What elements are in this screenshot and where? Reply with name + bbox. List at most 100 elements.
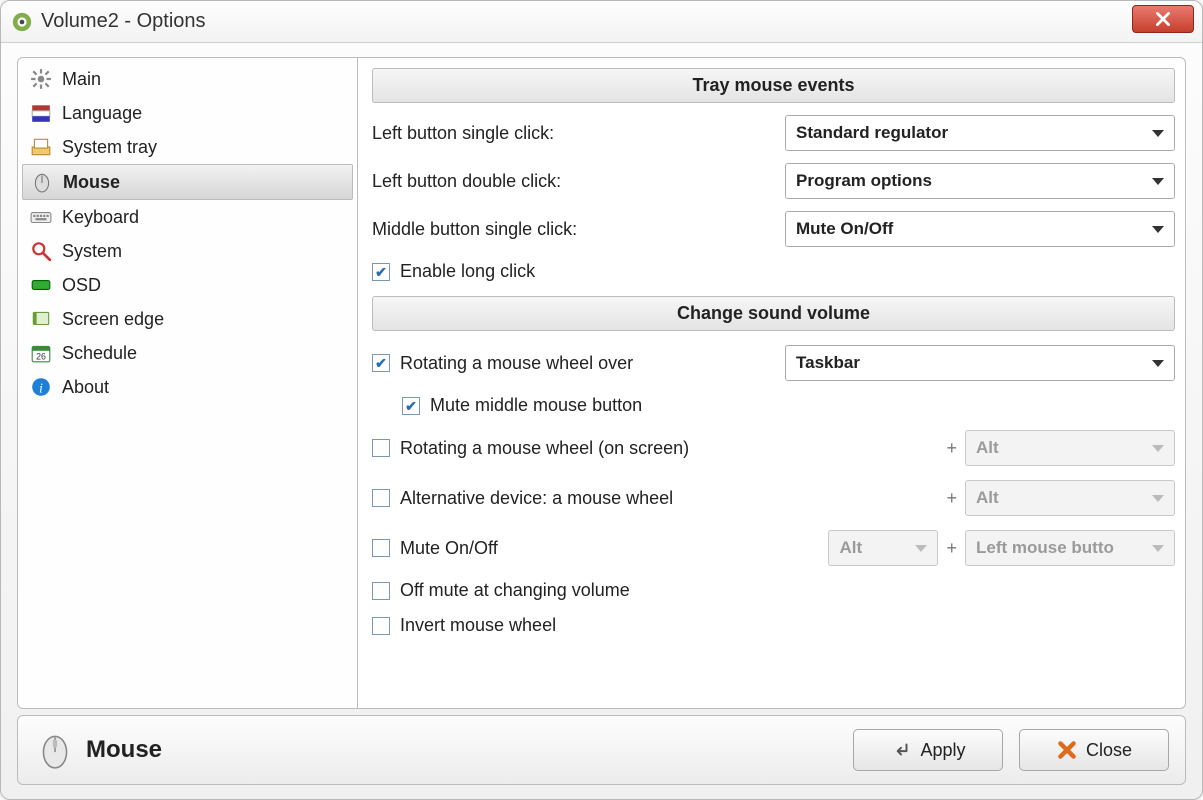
label-rotate-over: Rotating a mouse wheel over bbox=[400, 353, 785, 374]
enter-key-icon bbox=[890, 739, 912, 761]
row-mute-middle: Mute middle mouse button bbox=[402, 395, 1175, 416]
checkbox-rotate-screen[interactable] bbox=[372, 439, 390, 457]
sidebar-item-osd[interactable]: OSD bbox=[22, 268, 353, 302]
combo-value: Standard regulator bbox=[796, 123, 948, 143]
checkbox-rotate-over[interactable] bbox=[372, 354, 390, 372]
chevron-down-icon bbox=[1152, 495, 1164, 502]
sidebar-item-label: Mouse bbox=[63, 172, 120, 193]
chevron-down-icon bbox=[1152, 445, 1164, 452]
combo-value: Program options bbox=[796, 171, 932, 191]
svg-text:i: i bbox=[39, 381, 43, 396]
row-off-mute-change: Off mute at changing volume bbox=[372, 580, 1175, 601]
sidebar-item-label: Main bbox=[62, 69, 101, 90]
sidebar-item-about[interactable]: i About bbox=[22, 370, 353, 404]
sidebar-item-system[interactable]: System bbox=[22, 234, 353, 268]
combo-value: Left mouse butto bbox=[976, 538, 1114, 558]
combo-left-double[interactable]: Program options bbox=[785, 163, 1175, 199]
combo-rotate-screen-mod[interactable]: Alt bbox=[965, 430, 1175, 466]
chevron-down-icon bbox=[1152, 360, 1164, 367]
footer-title: Mouse bbox=[86, 736, 162, 764]
chevron-down-icon bbox=[1152, 178, 1164, 185]
plus-icon: + bbox=[946, 438, 957, 459]
label-mute-onoff: Mute On/Off bbox=[400, 538, 828, 559]
sidebar: Main Language System tray Mouse Keyboard Syst… bbox=[18, 58, 358, 708]
gear-icon bbox=[30, 68, 52, 90]
magnifier-icon bbox=[30, 240, 52, 262]
combo-mute-button[interactable]: Left mouse butto bbox=[965, 530, 1175, 566]
tray-icon bbox=[30, 136, 52, 158]
footer: Mouse Apply Close bbox=[17, 715, 1186, 785]
window-title: Volume2 - Options bbox=[41, 10, 206, 33]
label-left-single: Left button single click: bbox=[372, 123, 785, 144]
section-header-volume: Change sound volume bbox=[372, 296, 1175, 331]
sidebar-item-system-tray[interactable]: System tray bbox=[22, 130, 353, 164]
sidebar-item-label: About bbox=[62, 377, 109, 398]
title-bar: Volume2 - Options bbox=[1, 1, 1202, 43]
sidebar-item-main[interactable]: Main bbox=[22, 62, 353, 96]
combo-value: Taskbar bbox=[796, 353, 860, 373]
combo-rotate-over-target[interactable]: Taskbar bbox=[785, 345, 1175, 381]
row-alt-device: Alternative device: a mouse wheel + Alt bbox=[372, 480, 1175, 516]
sidebar-list: Main Language System tray Mouse Keyboard Syst… bbox=[22, 62, 353, 404]
combo-left-single[interactable]: Standard regulator bbox=[785, 115, 1175, 151]
mouse-icon bbox=[31, 171, 53, 193]
row-left-single: Left button single click: Standard regul… bbox=[372, 115, 1175, 151]
checkbox-enable-long-click[interactable] bbox=[372, 263, 390, 281]
edge-icon bbox=[30, 308, 52, 330]
checkbox-mute-onoff[interactable] bbox=[372, 539, 390, 557]
sidebar-item-keyboard[interactable]: Keyboard bbox=[22, 200, 353, 234]
sidebar-item-screen-edge[interactable]: Screen edge bbox=[22, 302, 353, 336]
plus-icon: + bbox=[946, 538, 957, 559]
chevron-down-icon bbox=[1152, 545, 1164, 552]
keyboard-icon bbox=[30, 206, 52, 228]
close-icon bbox=[1056, 739, 1078, 761]
row-middle-single: Middle button single click: Mute On/Off bbox=[372, 211, 1175, 247]
window-close-button[interactable] bbox=[1132, 5, 1194, 33]
row-rotate-screen: Rotating a mouse wheel (on screen) + Alt bbox=[372, 430, 1175, 466]
main-panel: Tray mouse events Left button single cli… bbox=[358, 58, 1185, 708]
calendar-icon: 26 bbox=[30, 342, 52, 364]
combo-mute-mod[interactable]: Alt bbox=[828, 530, 938, 566]
label-enable-long-click: Enable long click bbox=[400, 261, 1175, 282]
sidebar-item-mouse[interactable]: Mouse bbox=[22, 164, 353, 200]
osd-icon bbox=[30, 274, 52, 296]
body: Main Language System tray Mouse Keyboard Syst… bbox=[17, 57, 1186, 709]
row-left-double: Left button double click: Program option… bbox=[372, 163, 1175, 199]
close-button[interactable]: Close bbox=[1019, 729, 1169, 771]
label-off-mute-change: Off mute at changing volume bbox=[400, 580, 1175, 601]
row-invert-wheel: Invert mouse wheel bbox=[372, 615, 1175, 636]
combo-alt-device-mod[interactable]: Alt bbox=[965, 480, 1175, 516]
sidebar-item-label: Language bbox=[62, 103, 142, 124]
row-rotate-over: Rotating a mouse wheel over Taskbar bbox=[372, 345, 1175, 381]
close-icon bbox=[1154, 10, 1172, 28]
checkbox-off-mute-change[interactable] bbox=[372, 582, 390, 600]
info-icon: i bbox=[30, 376, 52, 398]
button-label: Apply bbox=[920, 740, 965, 761]
combo-value: Alt bbox=[976, 438, 999, 458]
apply-button[interactable]: Apply bbox=[853, 729, 1003, 771]
sidebar-item-language[interactable]: Language bbox=[22, 96, 353, 130]
sidebar-item-label: Schedule bbox=[62, 343, 137, 364]
app-icon bbox=[11, 11, 33, 33]
section-header-tray: Tray mouse events bbox=[372, 68, 1175, 103]
plus-icon: + bbox=[946, 488, 957, 509]
sidebar-item-label: OSD bbox=[62, 275, 101, 296]
checkbox-alt-device[interactable] bbox=[372, 489, 390, 507]
chevron-down-icon bbox=[1152, 226, 1164, 233]
sidebar-item-label: System bbox=[62, 241, 122, 262]
combo-value: Mute On/Off bbox=[796, 219, 893, 239]
options-window: Volume2 - Options Main Language System tra… bbox=[0, 0, 1203, 800]
button-label: Close bbox=[1086, 740, 1132, 761]
combo-value: Alt bbox=[976, 488, 999, 508]
label-left-double: Left button double click: bbox=[372, 171, 785, 192]
label-alt-device: Alternative device: a mouse wheel bbox=[400, 488, 938, 509]
mouse-icon bbox=[34, 729, 76, 771]
checkbox-mute-middle[interactable] bbox=[402, 397, 420, 415]
checkbox-invert-wheel[interactable] bbox=[372, 617, 390, 635]
row-mute-onoff: Mute On/Off Alt + Left mouse butto bbox=[372, 530, 1175, 566]
label-middle-single: Middle button single click: bbox=[372, 219, 785, 240]
chevron-down-icon bbox=[1152, 130, 1164, 137]
combo-middle-single[interactable]: Mute On/Off bbox=[785, 211, 1175, 247]
sidebar-item-schedule[interactable]: 26 Schedule bbox=[22, 336, 353, 370]
sidebar-item-label: Keyboard bbox=[62, 207, 139, 228]
